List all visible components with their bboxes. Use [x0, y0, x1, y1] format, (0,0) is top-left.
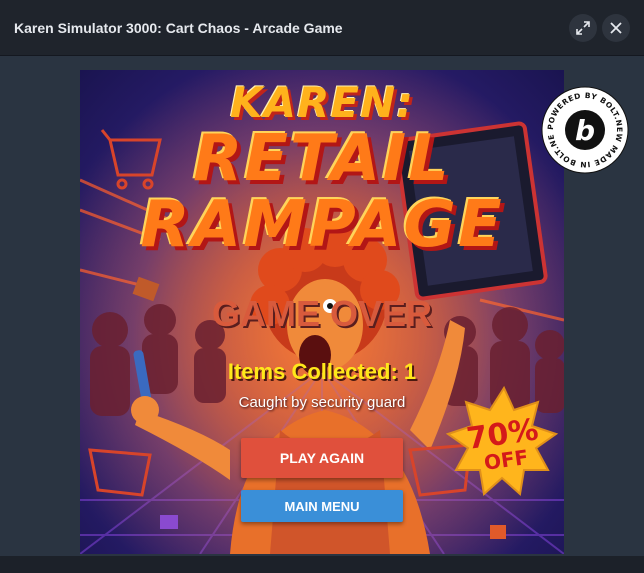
- items-collected-score: Items Collected: 1: [227, 359, 417, 384]
- game-over-heading: GAME OVER: [211, 293, 433, 334]
- game-title-line2: RETAIL: [193, 122, 451, 196]
- bolt-badge-icon[interactable]: POWERED BY BOLT.NEW MADE IN BOLT.NEW b: [541, 86, 629, 174]
- close-button[interactable]: [602, 14, 630, 42]
- game-over-reason: Caught by security guard: [238, 394, 406, 411]
- expand-icon: [576, 21, 590, 35]
- window-header: Karen Simulator 3000: Cart Chaos - Arcad…: [0, 0, 644, 56]
- close-icon: [610, 22, 622, 34]
- play-again-button[interactable]: PLAY AGAIN: [241, 438, 403, 478]
- game-title-line3: RAMPAGE: [140, 188, 504, 262]
- game-canvas: KAREN: RETAIL RAMPAGE 70% OFF GAME OVER …: [80, 70, 564, 554]
- main-menu-button[interactable]: MAIN MENU: [241, 490, 403, 522]
- bottom-bar: [0, 556, 644, 573]
- game-title-line1: KAREN:: [229, 78, 415, 127]
- bolt-badge-letter: b: [575, 114, 595, 147]
- window-title: Karen Simulator 3000: Cart Chaos - Arcad…: [14, 19, 343, 36]
- expand-button[interactable]: [569, 14, 597, 42]
